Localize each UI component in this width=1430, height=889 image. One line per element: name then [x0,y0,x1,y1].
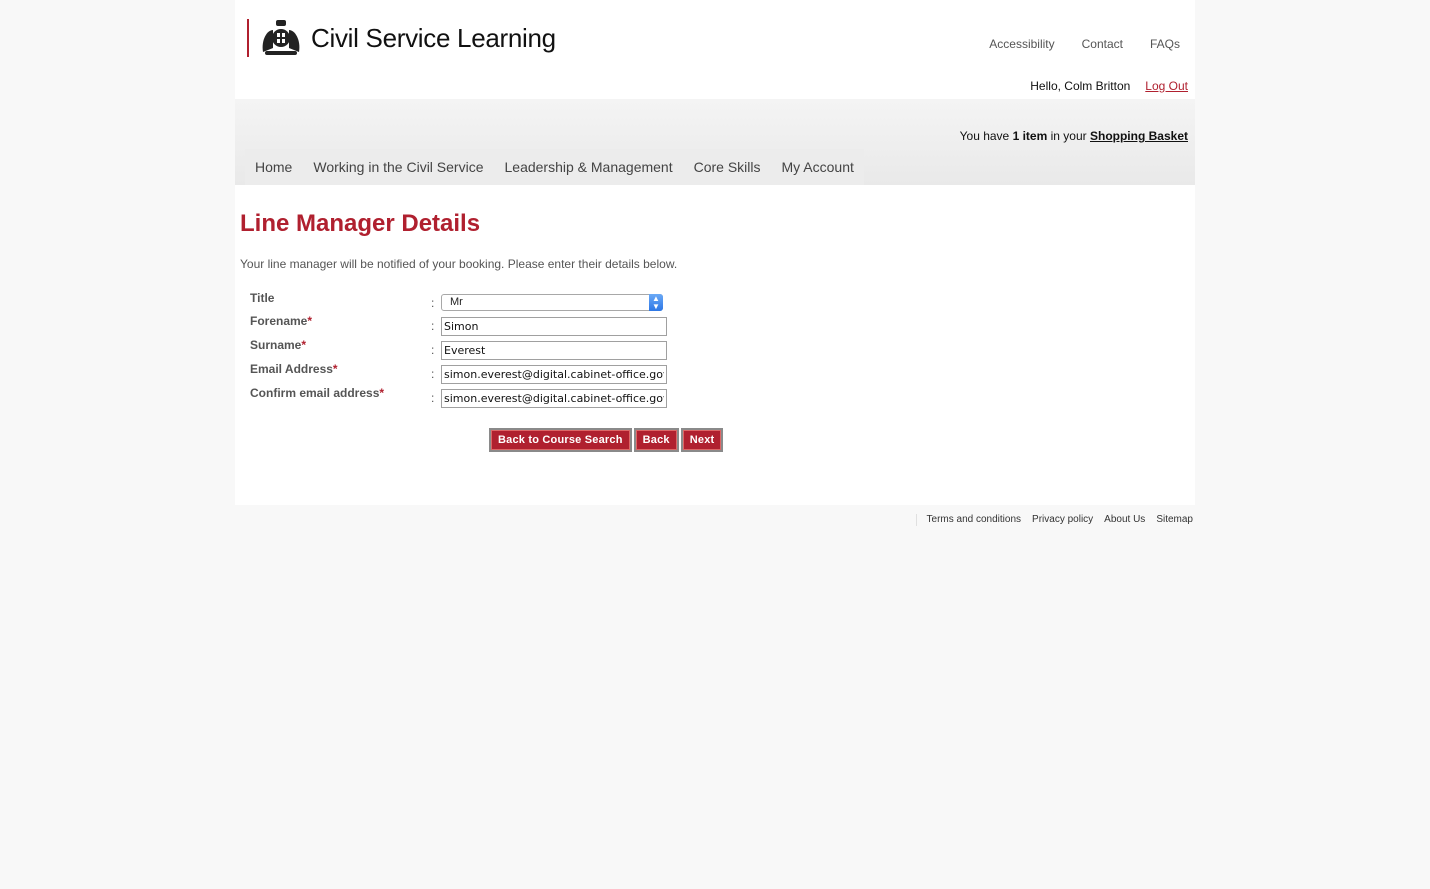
title-row: Title : Mr ▲ ▼ [250,291,710,313]
user-greeting: Hello, Colm Britton [1030,79,1131,93]
title-label: Title [250,291,275,305]
confirm-email-colon: : [431,391,435,405]
title-select[interactable]: Mr ▲ ▼ [441,294,663,311]
intro-text: Your line manager will be notified of yo… [240,257,678,271]
updown-chevron-icon: ▲ ▼ [649,294,663,311]
email-row: Email Address* : [250,362,710,384]
royal-crest-icon [262,20,300,55]
sitemap-link[interactable]: Sitemap [1156,514,1193,526]
site-name: Civil Service Learning [311,22,556,53]
back-to-course-search-button[interactable]: Back to Course Search [489,428,632,452]
next-button[interactable]: Next [680,428,724,452]
forename-input[interactable] [441,317,667,336]
surname-colon: : [431,343,435,357]
logout-link[interactable]: Log Out [1145,79,1188,93]
nav-item-leadership-management[interactable]: Leadership & Management [505,159,673,175]
navigation-band: You have 1 item in your Shopping Basket … [235,99,1195,185]
form-actions: Back to Course Search Back Next [489,428,724,452]
forename-colon: : [431,319,435,333]
basket-prefix: You have [959,129,1010,143]
forename-label-text: Forename [250,314,308,328]
email-label: Email Address* [250,362,338,376]
email-label-text: Email Address [250,362,333,376]
nav-item-core-skills[interactable]: Core Skills [694,159,761,175]
back-button[interactable]: Back [633,428,679,452]
accessibility-link[interactable]: Accessibility [989,37,1054,51]
about-us-link[interactable]: About Us [1104,514,1145,526]
basket-count: 1 item [1012,129,1048,143]
confirm-email-row: Confirm email address* : [250,386,710,408]
main-nav: Home Working in the Civil Service Leader… [245,149,864,185]
faqs-link[interactable]: FAQs [1150,37,1180,51]
footer-divider [915,514,917,526]
nav-item-working-in-civil-service[interactable]: Working in the Civil Service [313,159,483,175]
surname-row: Surname* : [250,338,710,360]
surname-label-text: Surname [250,338,302,352]
email-input[interactable] [441,365,667,384]
email-colon: : [431,367,435,381]
forename-row: Forename* : [250,314,710,336]
confirm-email-label-text: Confirm email address [250,386,380,400]
nav-item-my-account[interactable]: My Account [782,159,854,175]
basket-middle: in your [1050,129,1087,143]
required-marker: * [307,314,313,328]
utility-links: Accessibility Contact FAQs [989,37,1180,51]
page-container: Civil Service Learning Accessibility Con… [235,0,1195,505]
forename-label: Forename* [250,314,312,328]
user-bar: Hello, Colm Britton Log Out [1030,79,1188,93]
title-colon: : [431,296,435,310]
required-marker: * [332,362,338,376]
required-marker: * [301,338,307,352]
confirm-email-label: Confirm email address* [250,386,384,400]
terms-link[interactable]: Terms and conditions [927,514,1022,526]
surname-label: Surname* [250,338,306,352]
surname-input[interactable] [441,341,667,360]
footer-links: Terms and conditions Privacy policy Abou… [915,514,1193,526]
privacy-link[interactable]: Privacy policy [1032,514,1093,526]
required-marker: * [379,386,385,400]
shopping-basket-link[interactable]: Shopping Basket [1090,129,1188,143]
title-selected-value: Mr [450,296,463,308]
logo-divider [247,19,249,57]
confirm-email-input[interactable] [441,389,667,408]
page-title: Line Manager Details [240,210,481,237]
basket-status: You have 1 item in your Shopping Basket [960,129,1188,143]
contact-link[interactable]: Contact [1082,37,1123,51]
nav-item-home[interactable]: Home [255,159,292,175]
site-logo[interactable]: Civil Service Learning [247,18,556,58]
